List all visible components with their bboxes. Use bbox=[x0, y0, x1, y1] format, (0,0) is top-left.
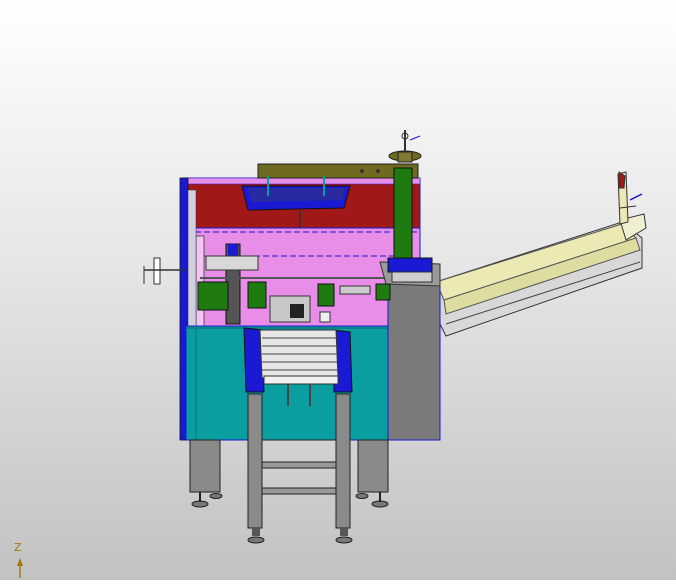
machine-model-svg[interactable] bbox=[0, 0, 676, 580]
cad-3d-viewport[interactable] bbox=[0, 0, 676, 580]
triad-z-label: Z bbox=[14, 541, 22, 554]
inclined-conveyor[interactable] bbox=[435, 171, 647, 337]
rear-legs[interactable] bbox=[189, 439, 389, 508]
